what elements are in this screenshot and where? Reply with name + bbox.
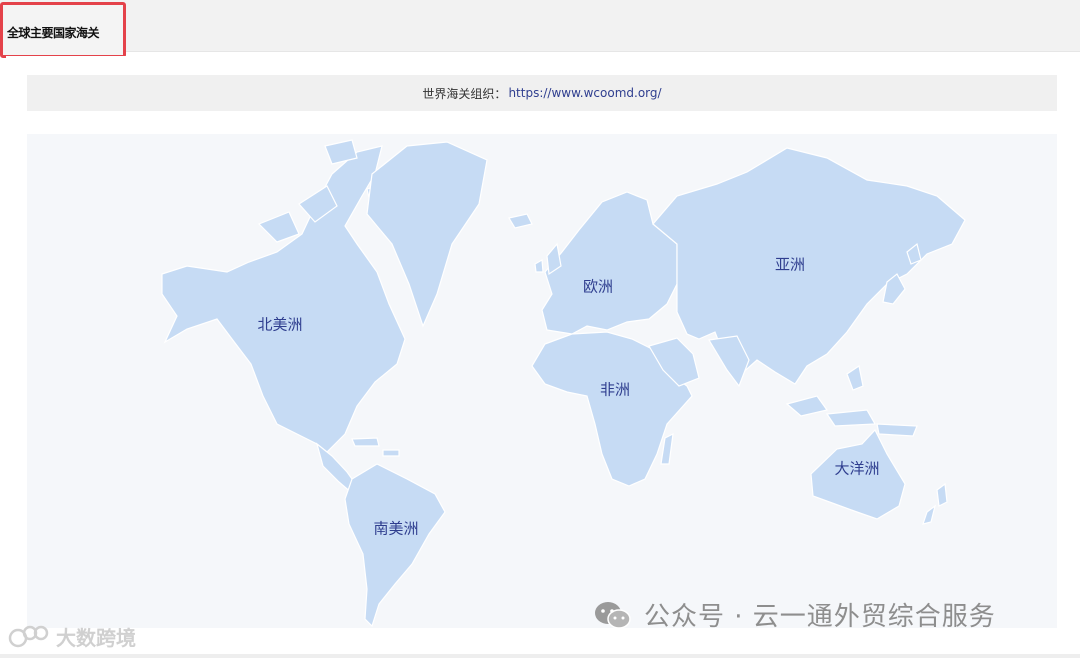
wco-link[interactable]: https://www.wcoomd.org/ <box>508 86 661 100</box>
top-tab-bar: 全球主要国家海关 <box>0 0 1080 58</box>
sea-islands-shape[interactable] <box>785 365 918 437</box>
label-south-america: 南美洲 <box>373 519 419 538</box>
label-north-america: 北美洲 <box>257 315 303 334</box>
asia-shape[interactable] <box>652 147 966 385</box>
wechat-icon <box>594 600 632 630</box>
label-europe: 欧洲 <box>582 277 614 296</box>
watermark-wechat: 公众号 · 云一通外贸综合服务 <box>594 596 996 633</box>
label-asia: 亚洲 <box>774 255 806 274</box>
watermark-left-text: 大数跨境 <box>56 626 136 650</box>
tab-label: 全球主要国家海关 <box>7 26 100 40</box>
tab-global-customs[interactable]: 全球主要国家海关 <box>0 2 126 58</box>
label-africa: 非洲 <box>599 380 631 399</box>
brand-logo-icon <box>8 624 50 650</box>
iceland-shape[interactable] <box>508 213 533 229</box>
label-oceania: 大洋洲 <box>834 459 880 478</box>
bottom-divider <box>0 654 1080 658</box>
wco-prefix: 世界海关组织： <box>422 86 507 101</box>
south-america-shape[interactable] <box>344 463 446 628</box>
new-zealand-shape[interactable] <box>922 482 948 525</box>
watermark-brand: 大数跨境 <box>8 622 136 651</box>
world-map: 北美洲 南美洲 欧洲 非洲 亚洲 大洋洲 <box>27 134 1057 628</box>
madagascar-shape[interactable] <box>660 432 674 465</box>
wco-info-bar: 世界海关组织： https://www.wcoomd.org/ <box>27 75 1057 111</box>
world-map-svg <box>161 139 966 628</box>
caribbean-shape[interactable] <box>351 437 400 457</box>
watermark-right-text: 公众号 · 云一通外贸综合服务 <box>644 602 996 632</box>
europe-shape[interactable] <box>541 191 678 335</box>
